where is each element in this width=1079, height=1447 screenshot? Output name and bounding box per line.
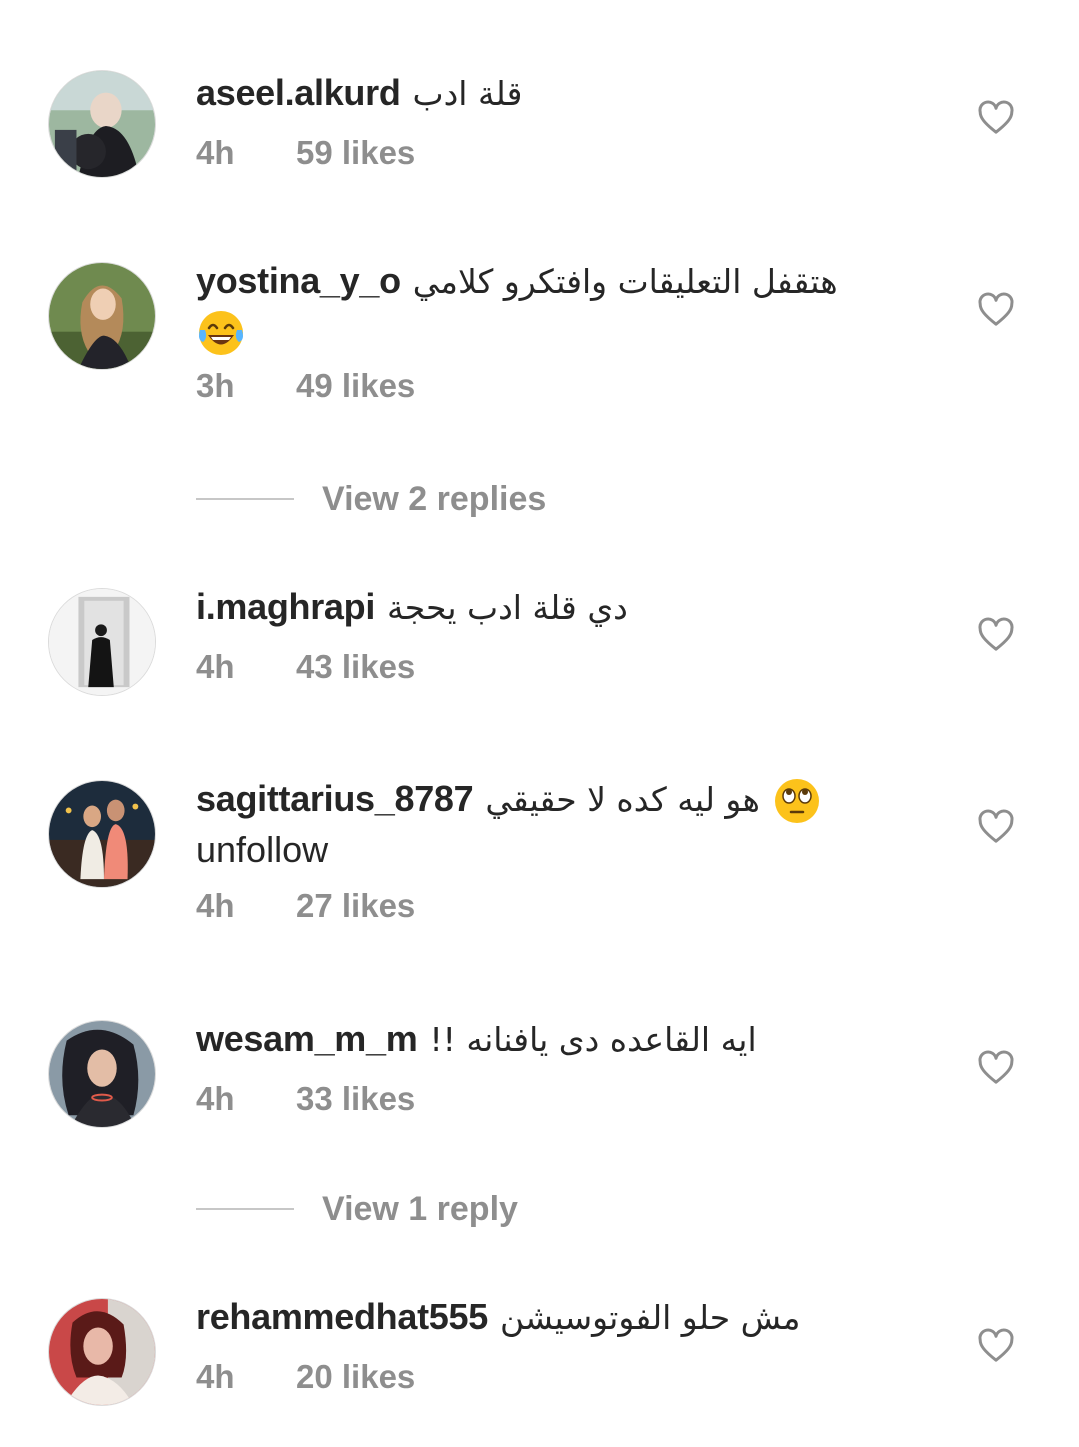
rolling-eyes-emoji bbox=[772, 776, 822, 826]
comment-likes[interactable]: 20 likes bbox=[296, 1358, 415, 1395]
view-replies-button[interactable]: View 2 replies bbox=[196, 476, 796, 522]
heart-outline-icon[interactable] bbox=[976, 1048, 1016, 1088]
comment-time: 4h bbox=[196, 1358, 235, 1395]
comment-text: هو ليه كده لا حقيقي bbox=[485, 780, 760, 819]
avatar[interactable] bbox=[48, 70, 156, 178]
avatar[interactable] bbox=[48, 780, 156, 888]
comment-username[interactable]: sagittarius_8787 bbox=[196, 778, 474, 819]
heart-outline-icon[interactable] bbox=[976, 1326, 1016, 1366]
heart-outline-icon[interactable] bbox=[976, 290, 1016, 330]
comment-text: ايه القاعده دى يافنانه !! bbox=[429, 1020, 757, 1059]
comment-username[interactable]: yostina_y_o bbox=[196, 260, 401, 301]
view-replies-button[interactable]: View 1 reply bbox=[196, 1186, 796, 1232]
tears-of-joy-emoji bbox=[196, 308, 246, 358]
comment-time: 4h bbox=[196, 887, 235, 925]
replies-divider bbox=[196, 498, 294, 500]
avatar[interactable] bbox=[48, 1298, 156, 1406]
comment-time: 4h bbox=[196, 1080, 235, 1117]
comment-time: 4h bbox=[196, 648, 235, 685]
heart-outline-icon[interactable] bbox=[976, 615, 1016, 655]
heart-outline-icon[interactable] bbox=[976, 98, 1016, 138]
comment-username[interactable]: aseel.alkurd bbox=[196, 72, 401, 113]
comment-username[interactable]: wesam_m_m bbox=[196, 1018, 418, 1059]
comment-text: دي قلة ادب يحجة bbox=[387, 588, 628, 627]
comment-username[interactable]: rehammedhat555 bbox=[196, 1296, 488, 1337]
replies-divider bbox=[196, 1208, 294, 1210]
avatar[interactable] bbox=[48, 588, 156, 696]
comment-likes[interactable]: 27 likes bbox=[296, 887, 415, 924]
comment-text-line2: unfollow bbox=[196, 829, 329, 871]
comment-time: 4h bbox=[196, 134, 235, 171]
avatar[interactable] bbox=[48, 262, 156, 370]
view-replies-label: View 1 reply bbox=[322, 1190, 518, 1228]
comment-text: مش حلو الفوتوسيشن bbox=[499, 1298, 801, 1337]
comment-text: قلة ادب bbox=[412, 74, 523, 113]
avatar[interactable] bbox=[48, 1020, 156, 1128]
comment-username[interactable]: i.maghrapi bbox=[196, 586, 375, 627]
comment-time: 3h bbox=[196, 367, 235, 405]
comment-likes[interactable]: 43 likes bbox=[296, 648, 415, 685]
view-replies-label: View 2 replies bbox=[322, 480, 547, 518]
comment-likes[interactable]: 49 likes bbox=[296, 367, 415, 404]
comment-likes[interactable]: 59 likes bbox=[296, 134, 415, 171]
comment-likes[interactable]: 33 likes bbox=[296, 1080, 415, 1117]
heart-outline-icon[interactable] bbox=[976, 807, 1016, 847]
comment-text: هتقفل التعليقات وافتكرو كلامي bbox=[412, 262, 838, 301]
